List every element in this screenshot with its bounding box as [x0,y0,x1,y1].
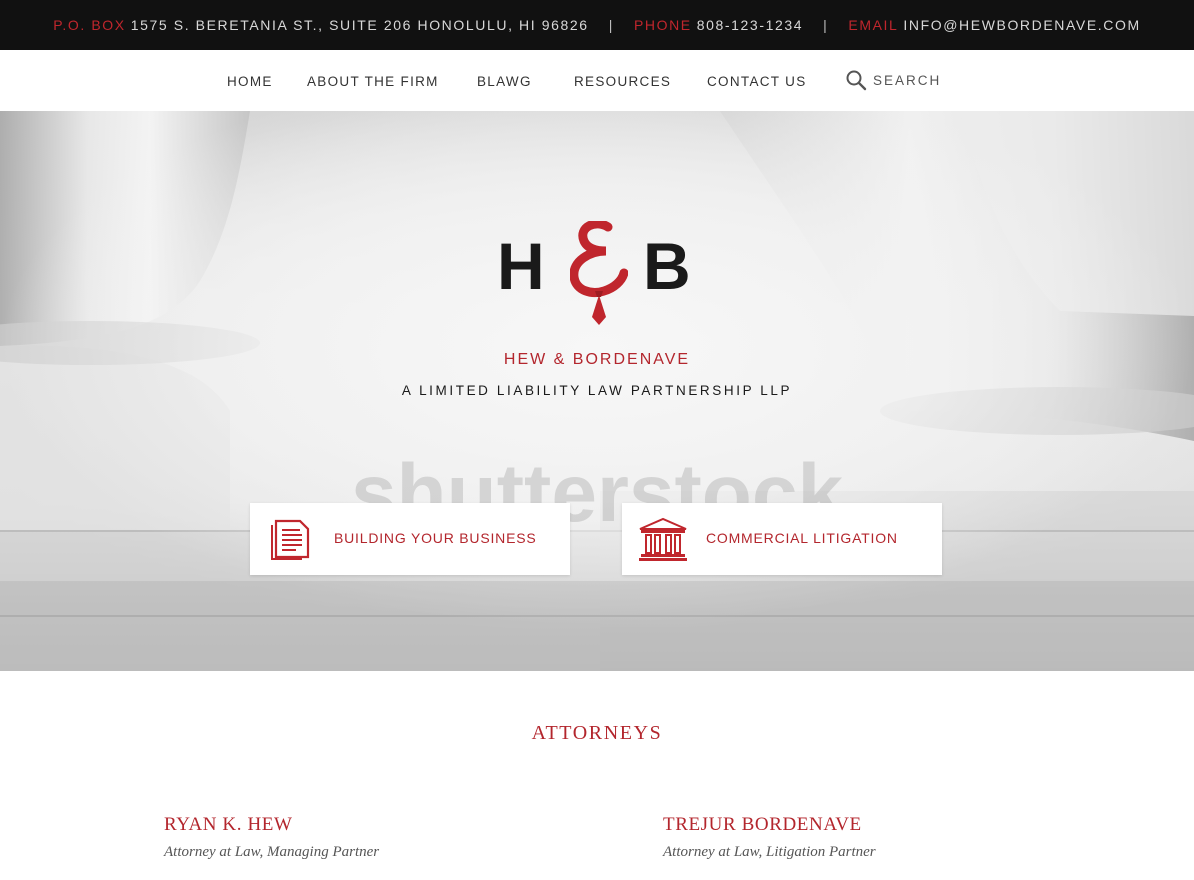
attorney-title: Attorney at Law, Managing Partner [164,844,380,860]
ampersand-necktie-icon [570,221,628,325]
search-icon[interactable] [845,69,867,91]
logo-letter-b: B [643,229,691,303]
courthouse-icon [639,517,687,561]
email-link[interactable]: INFO@HEWBORDENAVE.COM [903,17,1140,33]
phone-link[interactable]: 808-123-1234 [697,17,803,33]
nav-item-blawg[interactable]: BLAWG [477,74,532,89]
separator: | [608,17,614,33]
search-box [837,61,965,97]
building-your-business-button[interactable]: BUILDING YOUR BUSINESS [250,503,570,575]
cta-label: COMMERCIAL LITIGATION [706,530,898,546]
document-icon [271,519,310,560]
attorneys-heading: ATTORNEYS [531,722,663,744]
firm-logo[interactable]: H B HEW & BORDENAVE A LIMITED LIABILITY … [0,111,1194,671]
firm-tagline: A LIMITED LIABILITY LAW PARTNERSHIP LLP [401,383,793,398]
logo-letter-h: H [497,229,545,303]
search-input[interactable] [871,69,961,91]
hero-banner: shutterstock H B HEW & BORDENAVE A LIMIT… [0,111,1194,671]
attorney-name-link[interactable]: RYAN K. HEW [164,814,293,836]
nav-item-about-the-firm[interactable]: ABOUT THE FIRM [307,74,439,89]
cta-label: BUILDING YOUR BUSINESS [334,530,537,546]
separator: | [823,17,829,33]
address-text: 1575 S. BERETANIA ST., SUITE 206 HONOLUL… [130,17,589,33]
firm-name: HEW & BORDENAVE [503,351,691,368]
attorney-name-link[interactable]: TREJUR BORDENAVE [663,814,862,836]
po-box-label: P.O. BOX [53,17,126,33]
main-nav: HOME ABOUT THE FIRM BLAWG RESOURCES CONT… [0,50,1194,111]
attorney-title: Attorney at Law, Litigation Partner [663,844,876,860]
commercial-litigation-button[interactable]: COMMERCIAL LITIGATION [622,503,942,575]
contact-bar: P.O. BOX 1575 S. BERETANIA ST., SUITE 20… [0,0,1194,50]
nav-item-home[interactable]: HOME [227,74,273,89]
nav-item-contact-us[interactable]: CONTACT US [707,74,807,89]
phone-label: PHONE [633,17,692,33]
email-label: EMAIL [848,17,899,33]
nav-item-resources[interactable]: RESOURCES [574,74,671,89]
